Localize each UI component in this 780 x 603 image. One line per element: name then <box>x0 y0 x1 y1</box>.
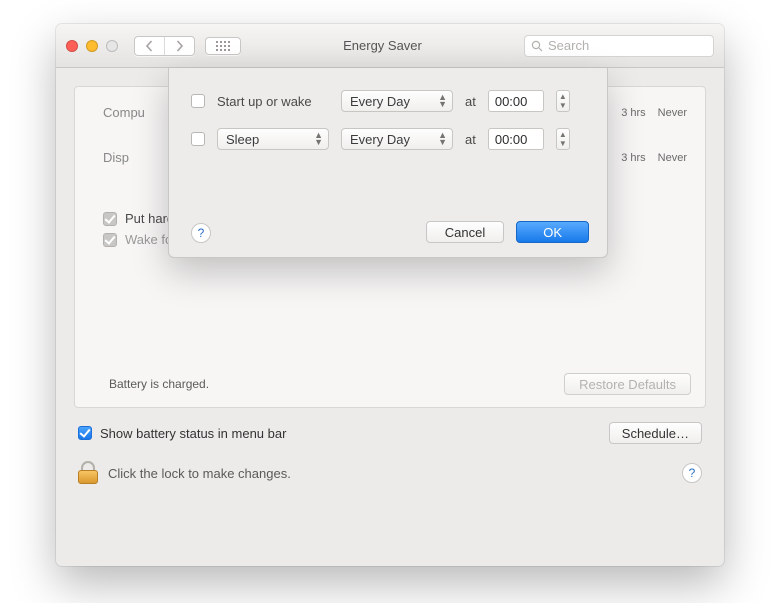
show-all-button[interactable] <box>205 37 241 55</box>
search-placeholder: Search <box>548 38 589 53</box>
energy-saver-window: Energy Saver Search Compu 3 hrs Never <box>56 24 724 566</box>
at-label: at <box>465 132 476 147</box>
startup-time-stepper[interactable]: ▲ ▼ <box>556 90 570 112</box>
checkbox-icon <box>78 426 92 440</box>
slider-tick-3hrs: 3 hrs <box>621 107 645 119</box>
updown-icon: ▲▼ <box>438 94 447 108</box>
nav-forward-button[interactable] <box>164 37 194 55</box>
checkbox-icon <box>103 233 117 247</box>
lock-icon[interactable] <box>78 462 98 484</box>
lock-label: Click the lock to make changes. <box>108 466 291 481</box>
at-label: at <box>465 94 476 109</box>
window-title: Energy Saver <box>251 38 514 53</box>
chevron-left-icon <box>145 40 154 52</box>
cancel-button[interactable]: Cancel <box>426 221 504 243</box>
close-window-button[interactable] <box>66 40 78 52</box>
checkbox-icon <box>103 212 117 226</box>
sleep-action-dropdown[interactable]: Sleep ▲▼ <box>217 128 329 150</box>
nav-back-forward <box>134 36 195 56</box>
schedule-sheet: Start up or wake Every Day ▲▼ at 00:00 ▲… <box>168 68 608 258</box>
sleep-frequency-dropdown[interactable]: Every Day ▲▼ <box>341 128 453 150</box>
show-battery-status-label: Show battery status in menu bar <box>100 426 286 441</box>
updown-icon: ▲▼ <box>438 132 447 146</box>
startup-wake-checkbox[interactable] <box>191 94 205 108</box>
slider-tick-never: Never <box>658 152 687 164</box>
step-down-icon: ▼ <box>559 101 567 110</box>
zoom-window-button <box>106 40 118 52</box>
show-battery-status-checkbox[interactable]: Show battery status in menu bar <box>78 426 286 441</box>
toolbar: Energy Saver Search <box>56 24 724 68</box>
startup-wake-label: Start up or wake <box>217 94 329 109</box>
ok-button[interactable]: OK <box>516 221 589 243</box>
help-button[interactable]: ? <box>682 463 702 483</box>
step-down-icon: ▼ <box>559 139 567 148</box>
computer-sleep-label: Compu <box>103 105 173 120</box>
grid-icon <box>216 41 230 51</box>
chevron-right-icon <box>175 40 184 52</box>
sleep-time-stepper[interactable]: ▲ ▼ <box>556 128 570 150</box>
schedule-button[interactable]: Schedule… <box>609 422 702 444</box>
battery-status-text: Battery is charged. <box>109 377 209 391</box>
sleep-action-checkbox[interactable] <box>191 132 205 146</box>
sleep-time-input[interactable]: 00:00 <box>488 128 544 150</box>
step-up-icon: ▲ <box>559 92 567 101</box>
display-sleep-label: Disp <box>103 150 173 165</box>
updown-icon: ▲▼ <box>314 132 323 146</box>
nav-back-button[interactable] <box>135 37 164 55</box>
slider-tick-3hrs: 3 hrs <box>621 152 645 164</box>
minimize-window-button[interactable] <box>86 40 98 52</box>
restore-defaults-button[interactable]: Restore Defaults <box>564 373 691 395</box>
startup-frequency-dropdown[interactable]: Every Day ▲▼ <box>341 90 453 112</box>
startup-time-input[interactable]: 00:00 <box>488 90 544 112</box>
window-controls <box>66 40 118 52</box>
sheet-help-button[interactable]: ? <box>191 223 211 243</box>
search-icon <box>531 40 543 52</box>
search-input[interactable]: Search <box>524 35 714 57</box>
step-up-icon: ▲ <box>559 130 567 139</box>
slider-tick-never: Never <box>658 107 687 119</box>
